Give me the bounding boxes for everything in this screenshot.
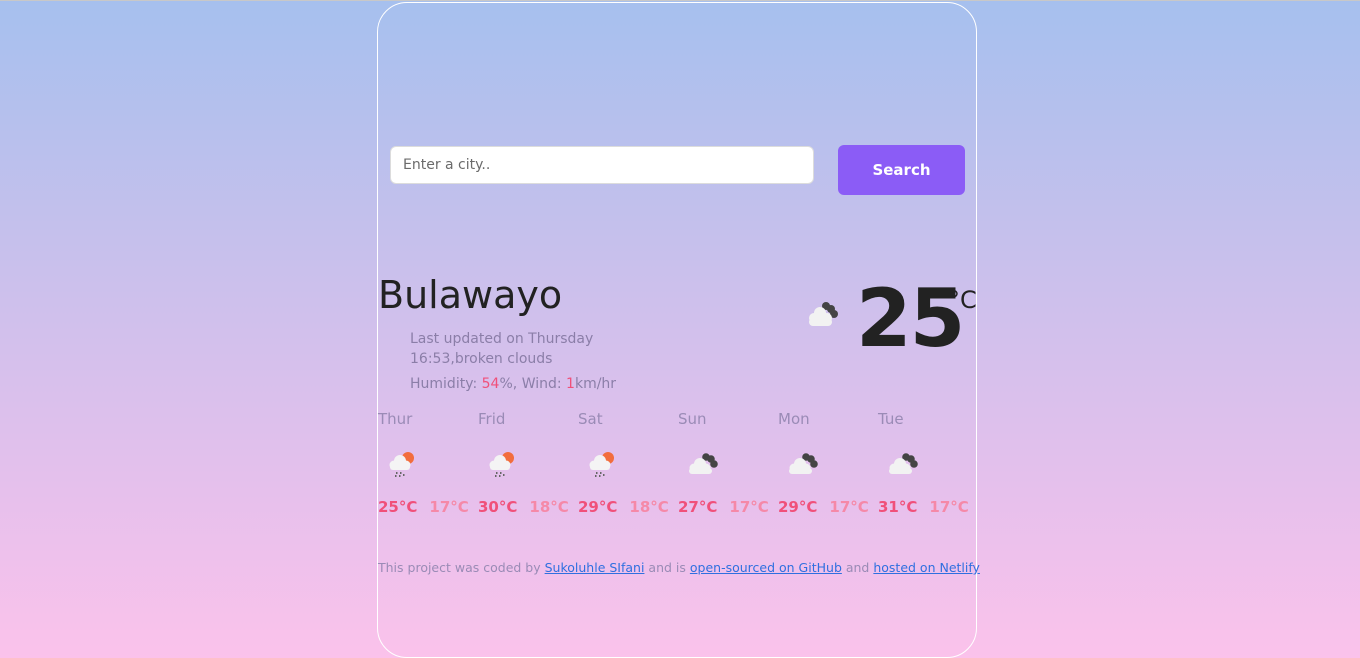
temperature-unit: °C [948, 286, 977, 314]
city-name: Bulawayo [378, 273, 563, 317]
forecast-temps: 30°C 18°C [478, 498, 569, 516]
forecast-temps: 29°C 18°C [578, 498, 669, 516]
netlify-link[interactable]: hosted on Netlify [873, 560, 980, 575]
forecast-max-temp: 27°C [678, 498, 718, 516]
weather-description: broken clouds [454, 351, 553, 367]
rain-sun-icon [386, 447, 420, 479]
forecast-temps: 27°C 17°C [678, 498, 769, 516]
forecast-day: Sun 27°C 17°C [678, 409, 778, 521]
forecast-day-name: Sun [678, 410, 707, 428]
forecast-day: Mon 29°C 17°C [778, 409, 878, 521]
forecast-max-temp: 30°C [478, 498, 518, 516]
forecast-min-temp: 17°C [429, 498, 469, 516]
author-link[interactable]: Sukoluhle SIfani [545, 560, 645, 575]
forecast-max-temp: 31°C [878, 498, 918, 516]
forecast-min-temp: 18°C [629, 498, 669, 516]
wind-value: 1 [566, 376, 575, 392]
weather-card: Search Bulawayo Last updated on Thursday… [377, 2, 980, 658]
forecast-max-temp: 25°C [378, 498, 418, 516]
github-link[interactable]: open-sourced on GitHub [690, 560, 842, 575]
forecast-day-name: Mon [778, 410, 810, 428]
broken-clouds-icon [806, 296, 842, 330]
forecast-min-temp: 17°C [829, 498, 869, 516]
forecast: Thur 25°C 17°C Frid 30°C 18°C Sat 29°C 18°C Sun 27… [378, 409, 978, 521]
search-button[interactable]: Search [838, 145, 965, 195]
humidity-value: 54 [481, 376, 500, 392]
rain-sun-icon [586, 447, 620, 479]
forecast-min-temp: 17°C [929, 498, 969, 516]
broken-clouds-icon [886, 447, 920, 479]
forecast-day: Frid 30°C 18°C [478, 409, 578, 521]
humidity-wind: Humidity: 54%, Wind: 1km/hr [410, 376, 617, 392]
forecast-day-name: Thur [378, 410, 413, 428]
weather-details: Last updated on Thursday 16:53,broken cl… [410, 329, 640, 394]
forecast-max-temp: 29°C [578, 498, 618, 516]
footer: This project was coded by Sukoluhle SIfa… [378, 560, 980, 575]
forecast-min-temp: 17°C [729, 498, 769, 516]
forecast-temps: 25°C 17°C [378, 498, 469, 516]
city-search-input[interactable] [390, 146, 814, 184]
rain-sun-icon [486, 447, 520, 479]
forecast-day-name: Frid [478, 410, 506, 428]
forecast-temps: 29°C 17°C [778, 498, 869, 516]
broken-clouds-icon [786, 447, 820, 479]
forecast-max-temp: 29°C [778, 498, 818, 516]
forecast-day-name: Tue [878, 410, 904, 428]
broken-clouds-icon [686, 447, 720, 479]
forecast-day: Thur 25°C 17°C [378, 409, 478, 521]
forecast-day: Sat 29°C 18°C [578, 409, 678, 521]
last-updated: Last updated on Thursday 16:53,broken cl… [410, 331, 594, 367]
forecast-temps: 31°C 17°C [878, 498, 969, 516]
forecast-day: Tue 31°C 17°C [878, 409, 978, 521]
forecast-min-temp: 18°C [529, 498, 569, 516]
forecast-day-name: Sat [578, 410, 603, 428]
